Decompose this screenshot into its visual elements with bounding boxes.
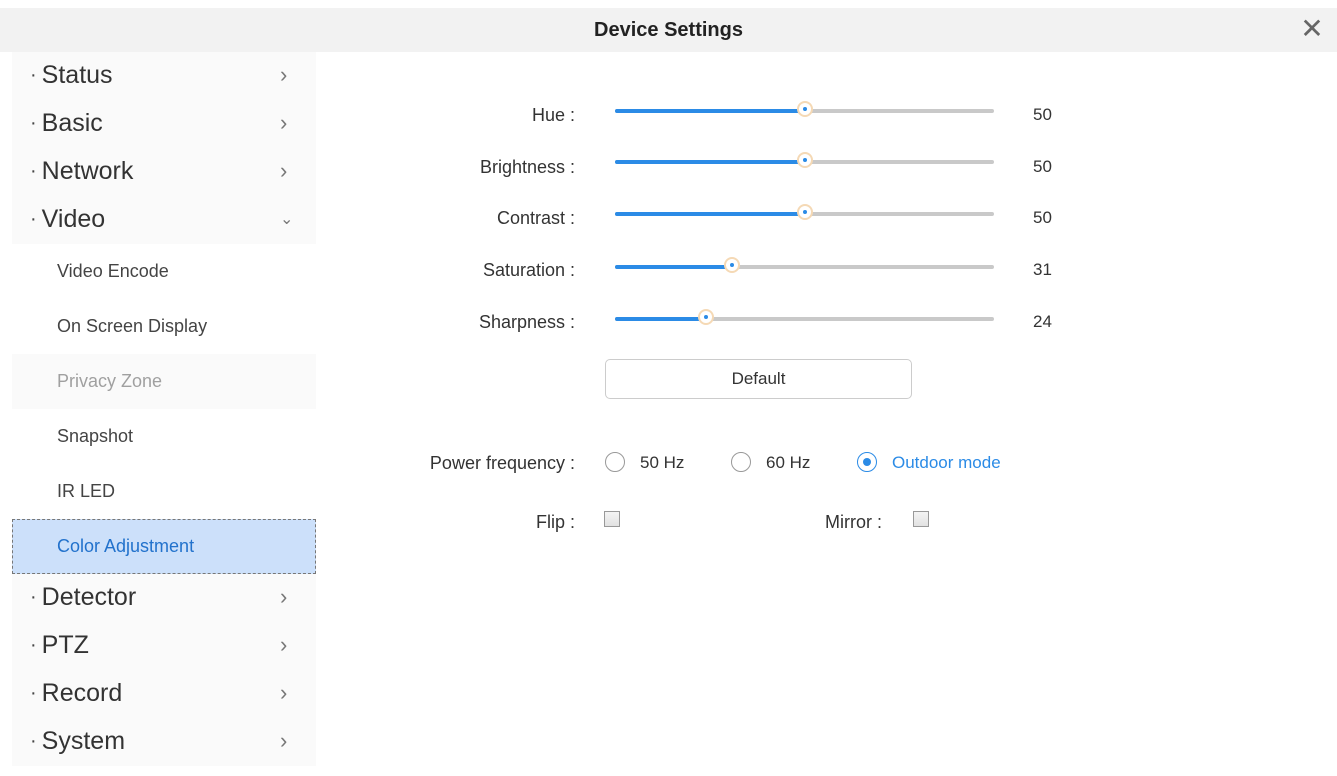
radio-circle-icon (605, 452, 625, 472)
mirror-checkbox[interactable] (913, 511, 929, 527)
sidebar-item-label: IR LED (57, 481, 116, 501)
saturation-slider-handle[interactable] (724, 257, 741, 273)
default-button[interactable]: Default (605, 359, 912, 399)
sidebar-item-snapshot[interactable]: Snapshot (12, 409, 316, 464)
sharpness-slider-fill (615, 317, 706, 321)
saturation-value: 31 (1033, 260, 1052, 279)
settings-sidebar: · Status › · Basic › · Network › · Video ⌄ V… (12, 52, 316, 766)
sidebar-item-video-encode[interactable]: Video Encode (12, 244, 316, 299)
hue-label: Hue : (531, 105, 575, 125)
sidebar-item-label: Video Encode (57, 261, 169, 281)
chevron-right-icon: › (280, 110, 288, 135)
brightness-slider-handle[interactable] (796, 152, 813, 168)
sidebar-item-basic[interactable]: · Basic › (12, 100, 316, 148)
flip-checkbox[interactable] (604, 511, 620, 527)
mirror-label: Mirror : (825, 512, 882, 532)
sidebar-item-ptz[interactable]: · PTZ › (12, 622, 316, 670)
sidebar-item-system[interactable]: · System › (12, 718, 316, 766)
flip-label: Flip : (535, 512, 575, 532)
chevron-right-icon: › (280, 632, 288, 657)
sidebar-item-status[interactable]: · Status › (12, 52, 316, 100)
sidebar-item-privacy-zone[interactable]: Privacy Zone (12, 354, 316, 409)
saturation-label: Saturation : (482, 260, 575, 280)
brightness-label: Brightness : (479, 157, 575, 177)
brightness-slider[interactable] (615, 152, 994, 168)
sharpness-label: Sharpness : (478, 312, 575, 332)
sidebar-item-record[interactable]: · Record › (12, 670, 316, 718)
brightness-value: 50 (1033, 157, 1052, 176)
contrast-slider[interactable] (615, 204, 994, 220)
radio-label: 60 Hz (766, 453, 811, 472)
sidebar-item-label: Record (41, 679, 123, 707)
sidebar-item-network[interactable]: · Network › (12, 148, 316, 196)
hue-slider-handle[interactable] (796, 101, 813, 117)
chevron-right-icon: › (280, 728, 288, 753)
sidebar-item-ir-led[interactable]: IR LED (12, 464, 316, 519)
contrast-label: Contrast : (496, 208, 575, 228)
saturation-slider[interactable] (615, 257, 994, 273)
chevron-right-icon: › (280, 584, 288, 609)
sharpness-value: 24 (1033, 312, 1052, 331)
hue-slider-fill (615, 109, 805, 113)
sidebar-item-label: Detector (41, 583, 137, 611)
sidebar-item-label: On Screen Display (57, 316, 208, 336)
power-frequency-label: Power frequency : (429, 453, 575, 473)
sidebar-item-label: Privacy Zone (57, 371, 163, 391)
radio-circle-icon (731, 452, 751, 472)
brightness-slider-fill (615, 160, 805, 164)
dialog-header: Device Settings ✕ (0, 8, 1337, 52)
hue-slider[interactable] (615, 101, 994, 117)
radio-label: Outdoor mode (892, 453, 1001, 472)
contrast-slider-fill (615, 212, 805, 216)
sidebar-item-label: PTZ (41, 631, 89, 659)
chevron-down-icon: ⌄ (280, 211, 294, 228)
sidebar-item-label: Status (41, 61, 113, 89)
radio-label: 50 Hz (640, 453, 685, 472)
sidebar-item-label: Basic (41, 109, 103, 137)
close-icon[interactable]: ✕ (1295, 12, 1329, 46)
sidebar-item-label: System (41, 727, 126, 755)
sidebar-item-label: Video (41, 205, 106, 233)
hue-value: 50 (1033, 105, 1052, 124)
dialog-title: Device Settings (594, 19, 743, 41)
chevron-right-icon: › (280, 62, 288, 87)
sidebar-item-label: Snapshot (57, 426, 134, 446)
contrast-slider-handle[interactable] (796, 204, 813, 220)
saturation-slider-fill (615, 265, 733, 269)
sidebar-item-color-adjustment[interactable]: Color Adjustment (12, 519, 316, 574)
sidebar-item-detector[interactable]: · Detector › (12, 574, 316, 622)
chevron-right-icon: › (280, 680, 288, 705)
sidebar-item-on-screen-display[interactable]: On Screen Display (12, 299, 316, 354)
contrast-value: 50 (1033, 208, 1052, 227)
chevron-right-icon: › (280, 158, 288, 183)
sidebar-item-video[interactable]: · Video ⌄ (12, 196, 316, 244)
sharpness-slider-handle[interactable] (697, 309, 714, 325)
sidebar-item-label: Color Adjustment (57, 536, 195, 556)
sharpness-slider[interactable] (615, 309, 994, 325)
sidebar-item-label: Network (41, 157, 134, 185)
radio-circle-icon (857, 452, 877, 472)
